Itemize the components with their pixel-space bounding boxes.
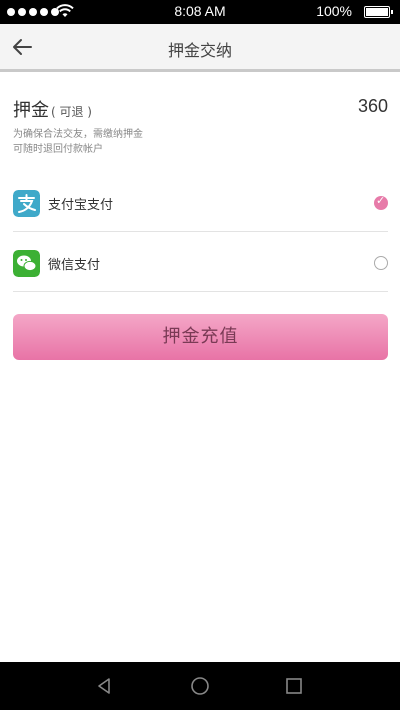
recharge-deposit-button[interactable]: 押金充值 xyxy=(13,314,388,360)
nav-bar: 押金交纳 xyxy=(0,24,400,72)
radio-unchecked[interactable] xyxy=(374,256,388,270)
deposit-refundable-label: ( 可退 ) xyxy=(51,105,92,119)
battery-icon xyxy=(364,6,393,18)
home-icon[interactable] xyxy=(190,676,210,696)
deposit-amount: 360 xyxy=(357,96,388,116)
deposit-note-line1: 为确保合法交友，需缴纳押金 xyxy=(13,129,143,140)
page-title: 押金交纳 xyxy=(167,41,232,60)
system-nav-bar xyxy=(0,662,400,710)
alipay-icon xyxy=(13,190,40,217)
recents-icon[interactable] xyxy=(284,676,304,696)
radio-checked[interactable] xyxy=(374,194,388,210)
payment-option-alipay[interactable]: 支付宝支付 xyxy=(13,174,388,232)
deposit-note: 为确保合法交友，需缴纳押金 可随时退回付款帐户 xyxy=(13,127,213,157)
payment-option-label: 微信支付 xyxy=(48,258,101,273)
wechat-icon xyxy=(13,250,40,277)
status-bar: 8:08 AM 100% xyxy=(0,0,400,24)
deposit-row: 押金( 可退 ) 360 xyxy=(13,96,388,122)
battery-percent: 100% xyxy=(316,3,352,19)
payment-option-label: 支付宝支付 xyxy=(48,198,114,213)
deposit-label: 押金 xyxy=(13,100,49,121)
payment-option-wechat[interactable]: 微信支付 xyxy=(13,234,388,292)
back-icon[interactable] xyxy=(94,676,114,696)
deposit-note-line2: 可随时退回付款帐户 xyxy=(13,144,103,155)
